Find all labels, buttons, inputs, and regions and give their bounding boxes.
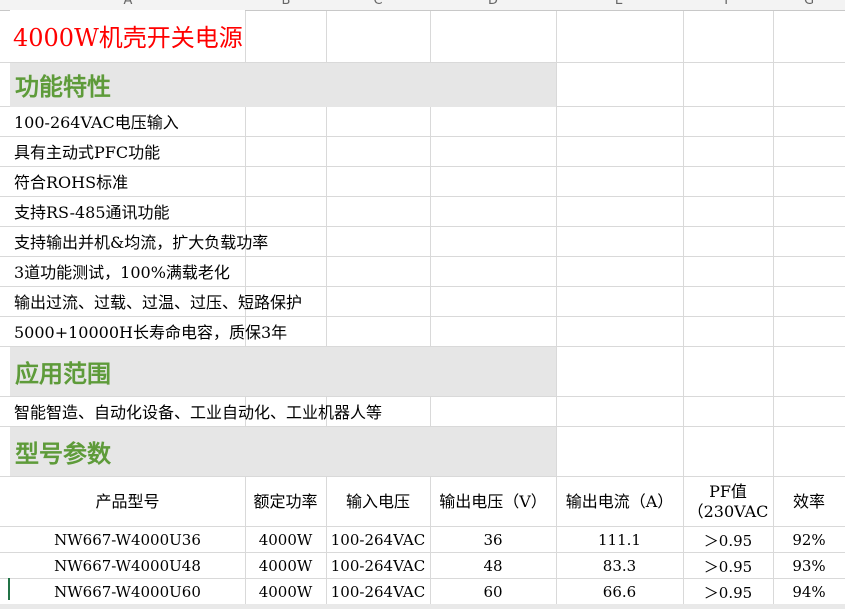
- table-cell-power[interactable]: 4000W: [245, 527, 326, 553]
- column-header-d[interactable]: D: [488, 0, 498, 8]
- table-cell-model[interactable]: NW667-W4000U48: [10, 553, 245, 579]
- row-header-strip: [0, 0, 10, 609]
- column-header-c[interactable]: C: [373, 0, 382, 8]
- feature-cell-6[interactable]: 3道功能测试，100%满载老化: [10, 257, 230, 286]
- table-cell-pf[interactable]: ＞0.95: [683, 553, 773, 579]
- table-cell-output-current[interactable]: 66.6: [556, 579, 683, 605]
- table-cell-output-voltage[interactable]: 48: [430, 553, 556, 579]
- feature-cell-5[interactable]: 支持输出并机&均流，扩大负载功率: [10, 227, 268, 256]
- feature-cell-7[interactable]: 输出过流、过载、过温、过压、短路保护: [10, 287, 302, 316]
- pf-header-line2: （230VAC: [687, 501, 769, 521]
- table-header-power[interactable]: 额定功率: [245, 477, 326, 526]
- table-cell-output-current[interactable]: 83.3: [556, 553, 683, 579]
- column-header-f[interactable]: F: [724, 0, 731, 8]
- table-cell-model[interactable]: NW667-W4000U36: [10, 527, 245, 553]
- table-cell-efficiency[interactable]: 94%: [773, 579, 845, 605]
- title-cell[interactable]: 4000W机壳开关电源: [10, 10, 245, 62]
- feature-cell-3[interactable]: 符合ROHS标准: [10, 167, 128, 196]
- column-header-b[interactable]: B: [282, 0, 291, 8]
- table-cell-input[interactable]: 100-264VAC: [326, 579, 430, 605]
- feature-cell-2[interactable]: 具有主动式PFC功能: [10, 137, 160, 166]
- feature-cell-1[interactable]: 100-264VAC电压输入: [10, 107, 179, 136]
- table-header-pf[interactable]: PF值 （230VAC: [683, 477, 773, 526]
- section-application[interactable]: 应用范围: [10, 347, 556, 396]
- table-cell-input[interactable]: 100-264VAC: [326, 527, 430, 553]
- table-cell-efficiency[interactable]: 93%: [773, 553, 845, 579]
- table-header-output-voltage[interactable]: 输出电压（V）: [430, 477, 556, 526]
- section-models[interactable]: 型号参数: [10, 427, 556, 476]
- selection-indicator: [8, 578, 10, 600]
- bottom-scroll-area[interactable]: [0, 604, 845, 609]
- table-header-input-voltage[interactable]: 输入电压: [326, 477, 430, 526]
- feature-cell-8[interactable]: 5000+10000H长寿命电容，质保3年: [10, 317, 287, 346]
- table-cell-output-voltage[interactable]: 36: [430, 527, 556, 553]
- table-cell-efficiency[interactable]: 92%: [773, 527, 845, 553]
- pf-header-line1: PF值: [709, 481, 747, 501]
- table-header-output-current[interactable]: 输出电流（A）: [556, 477, 683, 526]
- table-cell-power[interactable]: 4000W: [245, 579, 326, 605]
- table-header-efficiency[interactable]: 效率: [773, 477, 845, 526]
- table-cell-input[interactable]: 100-264VAC: [326, 553, 430, 579]
- table-cell-output-current[interactable]: 111.1: [556, 527, 683, 553]
- table-cell-pf[interactable]: ＞0.95: [683, 527, 773, 553]
- table-cell-output-voltage[interactable]: 60: [430, 579, 556, 605]
- column-header-e[interactable]: E: [615, 0, 623, 8]
- column-header-a[interactable]: A: [124, 0, 133, 8]
- table-cell-model[interactable]: NW667-W4000U60: [10, 579, 245, 605]
- section-features[interactable]: 功能特性: [10, 63, 556, 107]
- feature-cell-4[interactable]: 支持RS-485通讯功能: [10, 197, 170, 226]
- table-header-model[interactable]: 产品型号: [10, 477, 245, 526]
- application-cell[interactable]: 智能智造、自动化设备、工业自动化、工业机器人等: [10, 397, 382, 426]
- table-cell-pf[interactable]: ＞0.95: [683, 579, 773, 605]
- column-header-g[interactable]: G: [804, 0, 814, 8]
- table-cell-power[interactable]: 4000W: [245, 553, 326, 579]
